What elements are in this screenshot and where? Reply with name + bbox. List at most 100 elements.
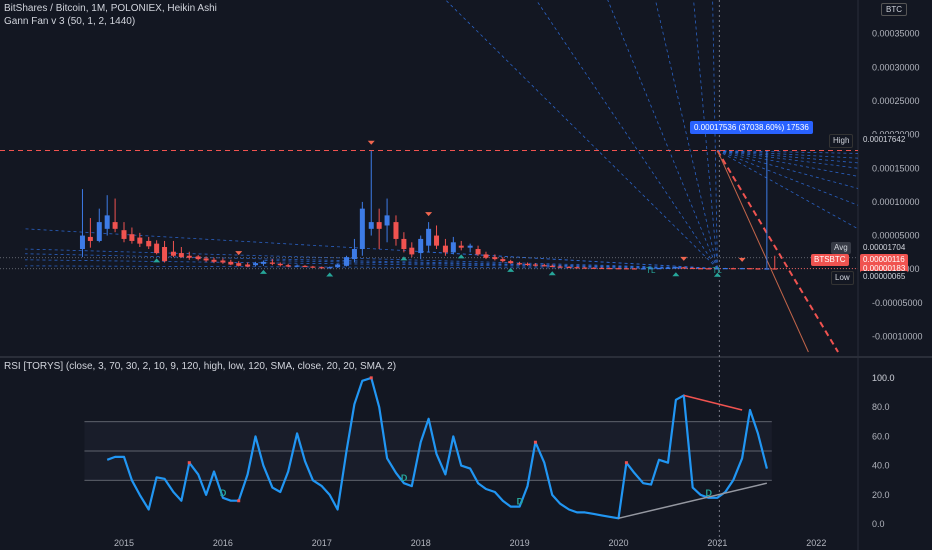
rsi-d-marker: D [220, 488, 227, 498]
gann-fan-line [712, 0, 718, 269]
candle-body [500, 259, 506, 262]
candle-body [623, 268, 629, 270]
candle-body [698, 268, 704, 270]
candle-body [228, 261, 234, 265]
candle-body [236, 263, 242, 266]
projection-line [716, 149, 839, 353]
candle-body [739, 268, 745, 270]
chart-canvas[interactable]: 0.000350000.000300000.000250000.00020000… [0, 0, 932, 550]
low-value: 0.00000065 [860, 271, 909, 283]
rsi-top-marker [533, 440, 537, 444]
candle-body [285, 265, 291, 267]
high-tag: High [829, 134, 854, 148]
time-tick-label: 2022 [806, 538, 826, 548]
currency-button[interactable]: BTC [881, 3, 907, 16]
time-tick-label: 2015 [114, 538, 134, 548]
gann-fan-line [535, 0, 718, 269]
time-tick-label: 2016 [213, 538, 233, 548]
avg-tag: Avg [831, 242, 851, 254]
pivot-low-marker [672, 272, 680, 277]
candle-body [220, 260, 226, 263]
gann-fan-line [717, 150, 859, 159]
candle-body [277, 263, 283, 266]
candle-body [344, 257, 350, 266]
candle-body [434, 235, 440, 246]
candle-body [772, 268, 778, 270]
candle-body [154, 243, 160, 254]
candle-body [203, 258, 209, 261]
candle-body [532, 264, 538, 266]
candle-body [517, 263, 523, 265]
bearish-divergence-line [683, 394, 743, 411]
candle-body [755, 268, 761, 270]
pivot-high-marker [680, 256, 688, 261]
candle-body [376, 222, 382, 229]
candle-body [566, 266, 572, 269]
rsi-top-marker [624, 461, 628, 465]
rsi-d-marker: D [705, 488, 712, 498]
tl-label: TL [712, 266, 722, 275]
candle-body [260, 261, 266, 264]
candle-body [104, 215, 110, 229]
gann-fan-line [717, 150, 859, 189]
candle-body [525, 263, 531, 266]
candle-body [178, 253, 184, 258]
candle-body [351, 249, 357, 260]
price-tick-label: 0.00010000 [872, 197, 920, 207]
pivot-high-marker [235, 251, 243, 256]
candle-body [129, 234, 135, 241]
candle-body [616, 268, 621, 270]
candle-body [690, 267, 696, 270]
candle-body [253, 263, 259, 266]
gann-fan-line [717, 150, 859, 177]
pivot-low-marker [326, 272, 334, 277]
time-tick-label: 2019 [510, 538, 530, 548]
price-tick-label: 0.00035000 [872, 29, 920, 39]
gann-fan-line [25, 259, 718, 269]
price-tick-label: 0.00005000 [872, 231, 920, 241]
indicator-legend[interactable]: Gann Fan v 3 (50, 1, 2, 1440) [4, 16, 135, 27]
pivot-high-marker [425, 212, 433, 217]
time-tick-label: 2021 [707, 538, 727, 548]
rsi-tick-label: 0.0 [872, 519, 885, 529]
gann-fan-line [25, 248, 718, 269]
candle-body [764, 268, 770, 270]
candle-body [409, 247, 415, 255]
candle-body [582, 267, 588, 269]
candle-body [195, 256, 201, 260]
candle-body [96, 222, 102, 241]
candle-body [302, 265, 308, 268]
candle-body [467, 245, 473, 248]
measure-tooltip: 0.00017536 (37038.60%) 17536 [690, 121, 813, 134]
candle-body [665, 267, 671, 269]
gann-fan-line [445, 0, 718, 269]
candle-body [245, 264, 251, 267]
candle-body [475, 249, 481, 255]
rsi-legend[interactable]: RSI [TORYS] (close, 3, 70, 30, 2, 10, 9,… [4, 361, 396, 372]
candle-body [79, 235, 85, 250]
pivot-low-marker [457, 254, 465, 259]
candle-body [112, 222, 118, 229]
candle-body [483, 254, 489, 258]
candle-body [269, 262, 275, 264]
time-tick-label: 2017 [312, 538, 332, 548]
gann-fan-line [717, 150, 859, 230]
rsi-top-marker [187, 461, 191, 465]
rsi-top-marker [369, 376, 373, 380]
rsi-top-marker [237, 499, 241, 503]
candle-body [319, 267, 325, 269]
candle-body [722, 268, 728, 270]
candle-body [393, 222, 399, 239]
pivot-high-marker [738, 257, 746, 262]
pivot-low-marker [259, 269, 267, 274]
time-tick-label: 2020 [609, 538, 629, 548]
candle-body [359, 208, 365, 250]
candle-body [450, 242, 456, 253]
rsi-d-marker: D [401, 473, 408, 483]
symbol-tag: BTSBTC [811, 254, 849, 266]
projection-line-thin [716, 150, 809, 353]
price-tick-label: -0.00010000 [872, 332, 923, 342]
candle-body [442, 245, 448, 253]
candle-body [211, 259, 217, 262]
gann-fan-line [717, 150, 859, 169]
